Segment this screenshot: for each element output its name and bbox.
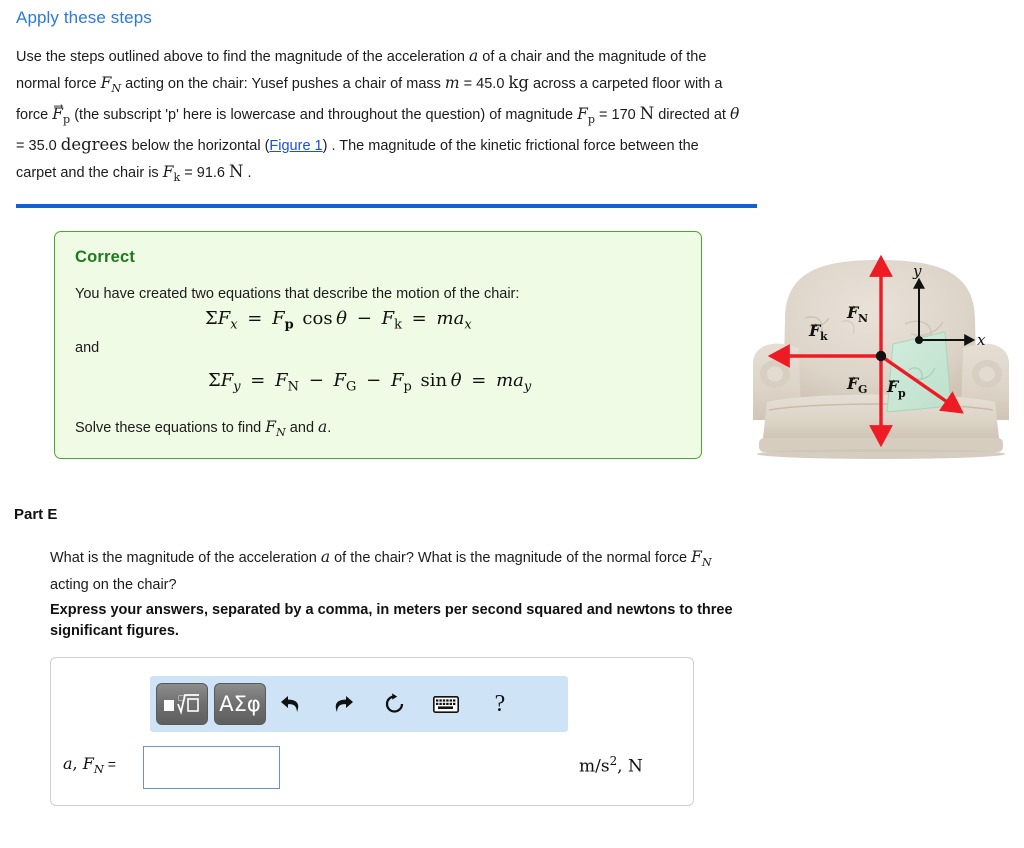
reset-circular-arrow-icon <box>385 693 404 713</box>
question-var-FN: FN <box>691 548 712 570</box>
equation-x-axis: ΣFx = Fp cos θ − Fk = max ΣFx = Fp cos θ… <box>205 308 472 333</box>
redo-icon <box>335 696 353 712</box>
mass-unit: kg <box>508 73 529 92</box>
intro-text-6: (the subscript 'p' here is lowercase and… <box>70 107 578 124</box>
page-title: Apply these steps <box>16 8 152 27</box>
unit-s: s <box>600 756 610 777</box>
var-Fp: Fp <box>577 105 596 127</box>
help-button[interactable]: ? <box>485 690 515 718</box>
intro-text-8: directed at <box>654 107 730 124</box>
var-Fp-vector-subscript: p <box>63 113 71 127</box>
intro-text-4: = <box>459 76 477 92</box>
math-template-button[interactable]: □ <box>156 683 208 725</box>
intro-text-10: below the horizontal ( <box>127 138 270 155</box>
var-theta: θ <box>729 105 740 124</box>
unit-tail: , N <box>617 756 643 777</box>
var-FN-subscript: N <box>111 82 122 96</box>
intro-text-12: = <box>180 165 197 182</box>
answer-input[interactable] <box>143 746 280 789</box>
axis-origin-dot <box>915 336 923 344</box>
solve-suffix: . <box>327 420 332 436</box>
equation-y-axis: ΣFy = FN − FG − Fp sin θ = may ΣFy = FN … <box>208 370 532 395</box>
problem-page: Apply these steps Use the steps outlined… <box>0 0 1024 848</box>
intro-text-13: . <box>243 165 252 182</box>
correct-description: You have created two equations that desc… <box>75 286 520 302</box>
var-FN: FN <box>100 74 122 96</box>
correct-feedback-box: Correct You have created two equations t… <box>54 231 702 459</box>
correct-badge: Correct <box>75 248 136 266</box>
solve-prefix: Solve these equations to find <box>75 420 266 436</box>
axis-x-label: x <box>977 331 986 349</box>
keyboard-shortcuts-button[interactable] <box>431 690 461 718</box>
question-text-3: acting on the chair? <box>50 577 177 594</box>
answer-label-a: a <box>63 754 73 773</box>
correct-solve-hint: Solve these equations to find FN and a. <box>75 418 331 439</box>
solve-var-FN: FN <box>265 418 286 440</box>
var-Fk: Fk <box>162 163 181 185</box>
axis-y-label: y <box>912 262 922 280</box>
question-var-a: a <box>320 548 331 566</box>
reset-button[interactable] <box>380 690 410 718</box>
redo-button[interactable] <box>328 690 358 718</box>
var-m: m <box>444 74 460 92</box>
var-Fp-subscript: p <box>587 113 596 127</box>
nth-root-icon: □ <box>164 694 199 715</box>
mass-value: 45.0 <box>476 76 505 92</box>
angle-value: 35.0 <box>28 138 57 155</box>
answer-label-equals: = <box>103 756 116 772</box>
correct-conjunction: and <box>75 340 100 356</box>
greek-letters-label: ΑΣφ <box>219 691 261 716</box>
Fp-value: 170 <box>611 107 636 124</box>
answer-label-FN: F <box>82 754 94 773</box>
var-a: a <box>469 47 479 65</box>
question-mark-icon: ? <box>494 691 506 717</box>
unit-m: m <box>579 756 596 777</box>
svg-text:k: k <box>820 330 828 343</box>
undo-icon <box>281 696 299 712</box>
svg-text:p: p <box>898 387 906 400</box>
keyboard-icon <box>433 695 459 713</box>
solve-conjunction: and <box>285 420 319 436</box>
force-origin-dot <box>875 350 887 362</box>
figure-1-link[interactable]: Figure 1 <box>269 138 322 154</box>
figure-free-body-diagram[interactable]: y x → F N → F k → F G → F p <box>745 252 1017 460</box>
answer-label: a, FN = <box>63 754 116 776</box>
var-Fp-vector: → Fp <box>52 99 71 127</box>
answer-format-instruction: Express your answers, separated by a com… <box>50 602 733 639</box>
answer-label-FN-subscript: N <box>93 762 104 777</box>
question-text-2: of the chair? What is the magnitude of t… <box>330 550 692 566</box>
answer-panel: □ ΑΣφ ? a, FN = m/s2, N <box>50 657 694 806</box>
Fk-unit: N <box>229 162 244 182</box>
undo-button[interactable] <box>276 690 306 718</box>
greek-symbols-button[interactable]: ΑΣφ <box>214 683 266 725</box>
part-question: What is the magnitude of the acceleratio… <box>50 546 750 596</box>
intro-text-9: = <box>16 138 29 155</box>
svg-text:G: G <box>858 383 867 396</box>
intro-text-1: Use the steps outlined above to find the… <box>16 49 470 65</box>
section-divider <box>16 204 757 208</box>
question-text-1: What is the magnitude of the acceleratio… <box>50 550 321 566</box>
answer-label-separator: , <box>72 754 83 773</box>
problem-statement: Use the steps outlined above to find the… <box>16 44 740 190</box>
Fk-value: 91.6 <box>196 165 225 182</box>
math-toolbar: □ ΑΣφ ? <box>150 676 568 732</box>
intro-text-7: = <box>595 107 612 124</box>
Fp-unit: N <box>639 104 655 124</box>
solve-var-a: a <box>318 418 328 436</box>
part-title: Part E <box>14 506 58 523</box>
answer-units: m/s2, N <box>579 754 643 777</box>
svg-text:N: N <box>858 312 868 325</box>
angle-unit: degrees <box>60 135 128 155</box>
intro-text-3: acting on the chair: Yusef pushes a chai… <box>121 76 445 92</box>
